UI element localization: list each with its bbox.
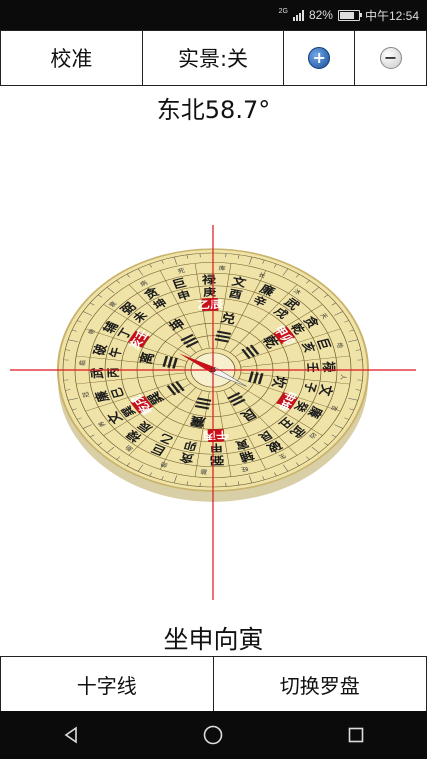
- star-ring-label: 武: [88, 367, 105, 379]
- luopan-compass: 天地人吉凶生旺墓绝胎养冠临帝衰病死 库长沐贪巨禄文廉武破辅弼贪巨禄文廉武破辅弼贪巨…: [10, 225, 416, 600]
- status-bar: 2G 82% 中午12:54: [0, 0, 427, 30]
- recents-square-icon: [348, 727, 364, 743]
- mountain-label: 壬: [305, 362, 321, 373]
- top-toolbar: 校准 实景:关 + −: [0, 30, 427, 86]
- facing-readout: 坐申向寅: [163, 625, 264, 654]
- status-indicators: 2G 82% 中午12:54: [279, 0, 419, 30]
- home-circle-icon: [204, 725, 223, 745]
- compass-view[interactable]: 天地人吉凶生旺墓绝胎养冠临帝衰病死库长沐贪巨禄文廉武破辅弼贪巨禄文廉武破辅弼贪巨…: [0, 225, 427, 605]
- home-button[interactable]: [183, 711, 243, 759]
- mountain-label: 丙: [105, 367, 121, 378]
- network-type: 2G: [278, 7, 288, 15]
- battery-icon: [337, 9, 362, 21]
- calibrate-button[interactable]: 校准: [1, 31, 143, 85]
- mountain-label: 甲: [210, 442, 224, 455]
- back-button[interactable]: [41, 711, 101, 759]
- highlight-label: 午丙: [202, 429, 229, 442]
- switch-compass-button[interactable]: 切换罗盘: [214, 657, 427, 711]
- highlight-label: 乙辰: [197, 298, 224, 311]
- zoom-out-button[interactable]: −: [355, 31, 426, 85]
- back-triangle-icon: [64, 726, 77, 744]
- signal-icon: [292, 9, 304, 21]
- bottom-toolbar: 十字线 切换罗盘: [0, 656, 427, 712]
- battery-percent: 82%: [308, 8, 333, 22]
- clock: 中午12:54: [364, 8, 419, 23]
- recents-button[interactable]: [326, 711, 386, 759]
- crosshair-button[interactable]: 十字线: [1, 657, 214, 711]
- navigation-bar: [0, 711, 427, 759]
- live-view-toggle[interactable]: 实景:关: [143, 31, 285, 85]
- heading-readout: 东北58.7°: [156, 96, 271, 124]
- star-ring-label: 禄: [202, 273, 217, 286]
- star-ring-label: 禄: [320, 361, 337, 373]
- zoom-in-button[interactable]: +: [284, 31, 356, 85]
- plus-circle-icon: +: [308, 47, 331, 69]
- star-ring-label: 弼: [209, 454, 224, 467]
- minus-circle-icon: −: [379, 47, 402, 69]
- mountain-label: 庚: [203, 286, 217, 299]
